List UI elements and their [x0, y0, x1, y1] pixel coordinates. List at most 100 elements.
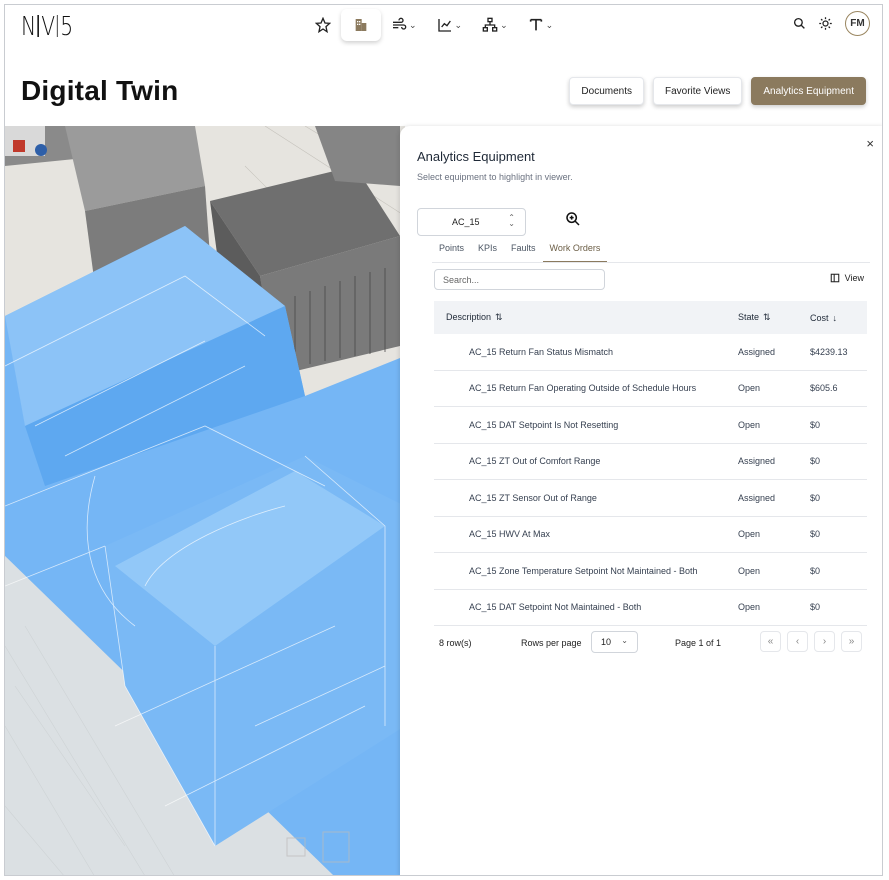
- cell-description: AC_15 ZT Sensor Out of Range: [469, 492, 597, 503]
- chevron-up-down-icon: ⌃ ⌄: [508, 213, 515, 228]
- nv5-logo[interactable]: NV5: [21, 12, 73, 42]
- cell-cost: $0: [810, 565, 821, 576]
- cell-state: Assigned: [738, 492, 776, 503]
- table-row[interactable]: AC_15 Zone Temperature Setpoint Not Main…: [434, 553, 867, 590]
- cell-description: AC_15 Return Fan Operating Outside of Sc…: [469, 383, 697, 394]
- chevron-down-icon: ⌄: [545, 19, 554, 30]
- column-cost-label: Cost: [810, 312, 829, 323]
- close-icon[interactable]: ×: [866, 136, 874, 151]
- last-page-icon[interactable]: »: [841, 631, 862, 652]
- equipment-select[interactable]: AC_15 ⌃ ⌄: [417, 208, 526, 236]
- building-model-render: [5, 126, 405, 875]
- table-row[interactable]: AC_15 ZT Out of Comfort Range Assigned $0: [434, 444, 867, 480]
- sort-icon: ⇅: [495, 312, 503, 322]
- table-row[interactable]: AC_15 ZT Sensor Out of Range Assigned $0: [434, 480, 867, 517]
- table-body: AC_15 Return Fan Status Mismatch Assigned…: [434, 334, 867, 626]
- hierarchy-nav-menu[interactable]: ⌄: [472, 9, 518, 41]
- cell-state: Open: [738, 529, 761, 540]
- cell-cost: $0: [810, 529, 821, 540]
- work-orders-table: Description ⇅ State ⇅ Cost ↓ AC_15 Return F…: [434, 301, 867, 626]
- model-viewer[interactable]: [5, 126, 405, 875]
- search-icon[interactable]: [793, 17, 806, 30]
- sort-descending-icon: ↓: [832, 312, 838, 323]
- tab-faults[interactable]: Faults: [504, 239, 543, 262]
- cell-description: AC_15 Return Fan Status Mismatch: [469, 346, 614, 357]
- table-row[interactable]: AC_15 Return Fan Operating Outside of Sc…: [434, 371, 867, 407]
- table-row[interactable]: AC_15 DAT Setpoint Not Maintained - Both…: [434, 590, 867, 626]
- app-window: NV5 ⌄ ⌄ ⌄ ⌄ FM Digital Twin Documents Fa…: [4, 4, 883, 876]
- cell-description: AC_15 HWV At Max: [469, 529, 551, 540]
- logo-letter-v: V: [41, 12, 55, 42]
- nav-icons: ⌄ ⌄ ⌄ ⌄: [305, 9, 563, 41]
- cell-description: AC_15 DAT Setpoint Is Not Resetting: [469, 419, 619, 430]
- favorite-views-button[interactable]: Favorite Views: [652, 77, 743, 105]
- cell-state: Open: [738, 383, 761, 394]
- table-row[interactable]: AC_15 DAT Setpoint Is Not Resetting Open $…: [434, 407, 867, 444]
- chevron-down-icon: ⌄: [409, 19, 417, 30]
- favorites-nav-button[interactable]: [305, 9, 341, 41]
- table-row[interactable]: AC_15 HWV At Max Open $0: [434, 517, 867, 553]
- chevron-down-icon: ⌄: [454, 19, 463, 30]
- analytics-nav-menu[interactable]: ⌄: [427, 9, 473, 41]
- analytics-equipment-panel: × Analytics Equipment Select equipment t…: [400, 126, 882, 875]
- cell-cost: $4239.13: [810, 346, 848, 357]
- column-description[interactable]: Description ⇅: [434, 312, 736, 323]
- table-row[interactable]: AC_15 Return Fan Status Mismatch Assigned…: [434, 334, 867, 371]
- cell-cost: $0: [810, 456, 821, 467]
- column-cost[interactable]: Cost ↓: [808, 313, 867, 323]
- page-indicator: Page 1 of 1: [675, 638, 722, 648]
- rows-per-page-value: 10: [601, 637, 612, 647]
- tab-kpis[interactable]: KPIs: [471, 239, 504, 262]
- building-nav-button[interactable]: [341, 9, 381, 41]
- t-bar-icon: [529, 18, 542, 31]
- cell-state: Open: [738, 565, 761, 576]
- tools-nav-menu[interactable]: ⌄: [518, 9, 564, 41]
- header-actions: Documents Favorite Views Analytics Equip…: [569, 77, 866, 105]
- cell-description: AC_15 Zone Temperature Setpoint Not Main…: [469, 565, 698, 576]
- table-header: Description ⇅ State ⇅ Cost ↓: [434, 301, 867, 334]
- next-page-icon[interactable]: ›: [814, 631, 835, 652]
- right-nav: FM: [793, 11, 870, 36]
- search-input[interactable]: Search...: [434, 269, 605, 290]
- chevron-down-icon: ⌄: [500, 19, 508, 30]
- page-title: Digital Twin: [21, 75, 179, 106]
- logo-digit-5: 5: [60, 12, 73, 42]
- view-options-button[interactable]: View: [830, 273, 864, 283]
- cell-state: Assigned: [738, 456, 776, 467]
- rows-per-page-select[interactable]: 10 ⌄: [591, 631, 638, 653]
- cell-cost: $0: [810, 602, 821, 613]
- tab-work-orders[interactable]: Work Orders: [542, 239, 608, 262]
- cell-description: AC_15 ZT Out of Comfort Range: [469, 456, 601, 467]
- line-chart-icon: [437, 19, 451, 32]
- rows-per-page-label: Rows per page: [521, 638, 582, 648]
- cell-cost: $0: [810, 419, 821, 430]
- cell-description: AC_15 DAT Setpoint Not Maintained - Both: [469, 602, 642, 613]
- column-state-label: State: [738, 312, 760, 322]
- user-avatar[interactable]: FM: [845, 11, 870, 36]
- first-page-icon[interactable]: «: [760, 631, 781, 652]
- previous-page-icon[interactable]: ‹: [787, 631, 808, 652]
- tab-points[interactable]: Points: [432, 239, 471, 262]
- documents-button[interactable]: Documents: [569, 77, 644, 105]
- column-description-label: Description: [446, 312, 492, 322]
- logo-letter-n: N: [21, 12, 36, 42]
- panel-title: Analytics Equipment: [417, 149, 535, 164]
- sort-icon: ⇅: [763, 312, 771, 322]
- equipment-select-value: AC_15: [452, 217, 480, 227]
- cell-cost: $0: [810, 492, 821, 503]
- cell-state: Open: [738, 419, 761, 430]
- building-icon: [355, 19, 367, 31]
- sun-icon[interactable]: [818, 16, 833, 31]
- analytics-equipment-button[interactable]: Analytics Equipment: [751, 77, 866, 105]
- star-icon: [315, 17, 331, 33]
- tabs-divider: [432, 262, 870, 263]
- table-footer: 8 row(s) Rows per page 10 ⌄ Page 1 of 1 …: [434, 631, 867, 657]
- airflow-nav-menu[interactable]: ⌄: [381, 9, 427, 41]
- column-state[interactable]: State ⇅: [736, 312, 808, 323]
- hierarchy-icon: [482, 17, 498, 32]
- columns-icon: [830, 273, 839, 283]
- logo-bar: [37, 15, 39, 37]
- cell-cost: $605.6: [810, 383, 838, 394]
- view-label: View: [844, 273, 864, 283]
- zoom-in-icon[interactable]: [565, 211, 581, 227]
